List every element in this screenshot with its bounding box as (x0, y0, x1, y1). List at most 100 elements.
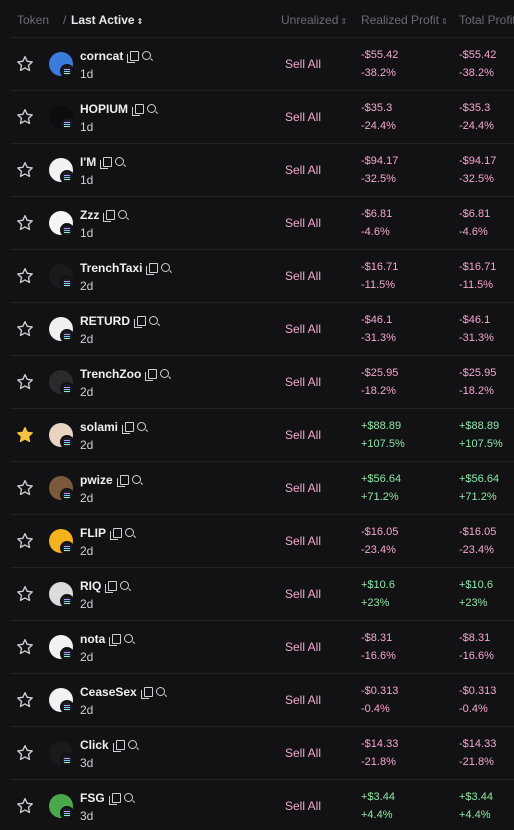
realized-profit-percent: -38.2% (361, 67, 396, 79)
search-icon[interactable] (131, 474, 143, 486)
realized-profit-percent: -16.6% (361, 650, 396, 662)
total-profit-percent: -32.5% (459, 173, 494, 185)
table-row[interactable]: FLIP 2d Sell All -$16.05 -23.4% -$16.05 … (10, 515, 514, 568)
table-row[interactable]: Zzz 1d Sell All -$6.81 -4.6% -$6.81 -4.6… (10, 197, 514, 250)
star-icon[interactable] (15, 584, 35, 604)
solana-icon (60, 700, 74, 714)
search-icon[interactable] (120, 580, 131, 592)
copy-icon[interactable] (145, 368, 158, 381)
copy-icon[interactable] (140, 686, 153, 699)
search-icon[interactable] (127, 739, 139, 751)
token-name-label: TrenchZoo (80, 367, 142, 381)
star-icon[interactable] (15, 796, 35, 816)
sell-all-button[interactable]: Sell All (285, 746, 321, 760)
table-row[interactable]: pwize 2d Sell All +$56.64 +71.2% +$56.64… (10, 462, 514, 515)
token-name: RIQ (80, 579, 131, 593)
total-profit-amount: -$0.313 (459, 685, 497, 697)
star-icon[interactable] (15, 160, 35, 180)
solana-icon (60, 647, 74, 661)
search-icon[interactable] (161, 262, 172, 274)
copy-icon[interactable] (146, 262, 159, 275)
header-realized-profit[interactable]: Realized Profit ⇕ (361, 13, 448, 27)
sell-all-button[interactable]: Sell All (285, 799, 321, 813)
sell-all-button[interactable]: Sell All (285, 269, 321, 283)
sell-all-button[interactable]: Sell All (285, 428, 321, 442)
star-icon[interactable] (15, 107, 35, 127)
star-icon[interactable] (15, 478, 35, 498)
sell-all-button[interactable]: Sell All (285, 216, 321, 230)
header-token[interactable]: Token (17, 13, 49, 27)
search-icon[interactable] (137, 421, 148, 433)
table-row[interactable]: I'M 1d Sell All -$94.17 -32.5% -$94.17 -… (10, 144, 514, 197)
table-row[interactable]: RIQ 2d Sell All +$10.6 +23% +$10.6 +23% (10, 568, 514, 621)
search-icon[interactable] (155, 686, 167, 698)
sell-all-button[interactable]: Sell All (285, 163, 321, 177)
table-row[interactable]: nota 2d Sell All -$8.31 -16.6% -$8.31 -1… (10, 621, 514, 674)
sell-all-button[interactable]: Sell All (285, 481, 321, 495)
token-name-label: pwize (80, 473, 113, 487)
copy-icon[interactable] (134, 315, 146, 328)
search-icon[interactable] (124, 633, 135, 645)
copy-icon[interactable] (112, 739, 125, 752)
header-last-active[interactable]: Last Active ⇕ (71, 13, 143, 27)
sell-all-button[interactable]: Sell All (285, 110, 321, 124)
copy-icon[interactable] (132, 103, 144, 116)
star-icon[interactable] (15, 319, 35, 339)
sell-all-button[interactable]: Sell All (285, 640, 321, 654)
copy-icon[interactable] (109, 633, 122, 646)
sell-all-button[interactable]: Sell All (285, 693, 321, 707)
total-profit-amount: -$35.3 (459, 102, 491, 114)
star-icon[interactable] (15, 637, 35, 657)
last-active-age: 2d (80, 385, 94, 399)
realized-profit-amount: -$16.05 (361, 526, 399, 538)
search-icon[interactable] (118, 209, 129, 221)
copy-icon[interactable] (103, 209, 116, 222)
star-icon[interactable] (15, 266, 35, 286)
token-name: TrenchZoo (80, 367, 171, 381)
header-unrealized[interactable]: Unrealized ⇕ (281, 13, 347, 27)
solana-icon (60, 488, 74, 502)
solana-icon (60, 382, 74, 396)
search-icon[interactable] (149, 315, 160, 327)
star-icon[interactable] (15, 743, 35, 763)
star-icon[interactable] (15, 213, 35, 233)
token-name: HOPIUM (80, 102, 158, 116)
copy-icon[interactable] (116, 474, 129, 487)
copy-icon[interactable] (100, 156, 113, 169)
sell-all-button[interactable]: Sell All (285, 322, 321, 336)
search-icon[interactable] (123, 792, 135, 804)
table-row[interactable]: TrenchZoo 2d Sell All -$25.95 -18.2% -$2… (10, 356, 514, 409)
copy-icon[interactable] (108, 792, 121, 805)
table-row[interactable]: FSG 3d Sell All +$3.44 +4.4% +$3.44 +4.4… (10, 780, 514, 830)
search-icon[interactable] (142, 50, 153, 62)
sell-all-button[interactable]: Sell All (285, 375, 321, 389)
table-row[interactable]: RETURD 2d Sell All -$46.1 -31.3% -$46.1 … (10, 303, 514, 356)
table-row[interactable]: Click 3d Sell All -$14.33 -21.8% -$14.33… (10, 727, 514, 780)
star-icon[interactable] (15, 531, 35, 551)
copy-icon[interactable] (127, 50, 140, 63)
realized-profit-amount: -$14.33 (361, 738, 399, 750)
table-row[interactable]: HOPIUM 1d Sell All -$35.3 -24.4% -$35.3 … (10, 91, 514, 144)
table-row[interactable]: solami 2d Sell All +$88.89 +107.5% +$88.… (10, 409, 514, 462)
total-profit-amount: -$14.33 (459, 738, 497, 750)
search-icon[interactable] (160, 368, 171, 380)
total-profit-amount: -$6.81 (459, 208, 491, 220)
star-icon[interactable] (15, 372, 35, 392)
table-row[interactable]: TrenchTaxi 2d Sell All -$16.71 -11.5% -$… (10, 250, 514, 303)
search-icon[interactable] (147, 103, 158, 115)
search-icon[interactable] (115, 156, 126, 168)
header-total-profit[interactable]: Total Profit (459, 13, 514, 27)
table-row[interactable]: CeaseSex 2d Sell All -$0.313 -0.4% -$0.3… (10, 674, 514, 727)
star-icon[interactable] (15, 690, 35, 710)
copy-icon[interactable] (105, 580, 118, 593)
copy-icon[interactable] (122, 421, 135, 434)
realized-profit-percent: -32.5% (361, 173, 396, 185)
search-icon[interactable] (125, 527, 136, 539)
sell-all-button[interactable]: Sell All (285, 587, 321, 601)
sell-all-button[interactable]: Sell All (285, 57, 321, 71)
copy-icon[interactable] (110, 527, 122, 540)
star-icon[interactable] (15, 54, 35, 74)
star-icon[interactable] (15, 425, 35, 445)
table-row[interactable]: corncat 1d Sell All -$55.42 -38.2% -$55.… (10, 38, 514, 91)
sell-all-button[interactable]: Sell All (285, 534, 321, 548)
